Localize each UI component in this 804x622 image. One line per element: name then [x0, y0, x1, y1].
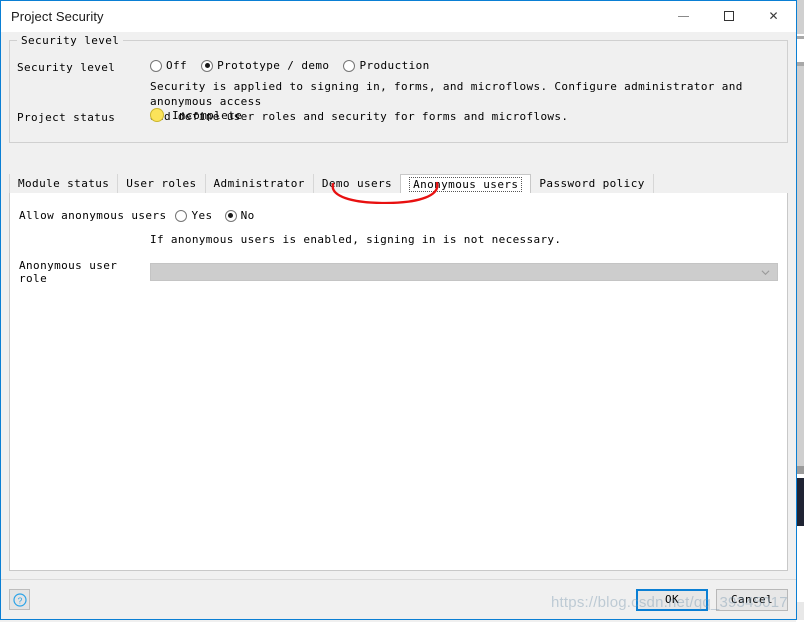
- close-button[interactable]: ✕: [751, 1, 796, 31]
- radio-label-production: Production: [359, 59, 430, 72]
- project-status-label: Project status: [17, 111, 116, 124]
- security-description-line-2: and define user roles and security for f…: [150, 110, 569, 123]
- anonymous-user-role-row: Anonymous user role: [19, 259, 778, 285]
- minimize-icon: [678, 15, 689, 17]
- security-level-group: Security level Security level Off Protot…: [9, 34, 788, 143]
- tab-label-module-status: Module status: [18, 177, 110, 190]
- allow-anonymous-users-row: Allow anonymous users Yes No: [19, 209, 255, 222]
- help-icon: ?: [12, 592, 27, 607]
- project-status-value: Incomplete: [172, 108, 243, 122]
- footer-button-group: OK Cancel: [636, 588, 788, 611]
- status-indicator-icon: [150, 108, 164, 122]
- project-status-value-row: Incomplete: [150, 108, 242, 122]
- radio-circle-production[interactable]: [343, 59, 356, 72]
- anonymous-users-hint: If anonymous users is enabled, signing i…: [150, 233, 562, 246]
- radio-option-off[interactable]: Off: [150, 59, 187, 72]
- tab-label-anonymous-users: Anonymous users: [409, 176, 523, 192]
- radio-label-no: No: [240, 209, 255, 222]
- background-scrollbar-thumb[interactable]: [797, 478, 804, 526]
- radio-label-prototype-demo: Prototype / demo: [217, 59, 330, 72]
- tab-module-status[interactable]: Module status: [9, 174, 119, 193]
- project-security-dialog: Project Security ✕ Security level Securi…: [0, 0, 797, 620]
- background-scrollbar-mid-segment: [797, 66, 804, 466]
- security-level-group-legend: Security level: [17, 34, 124, 47]
- tab-administrator[interactable]: Administrator: [204, 174, 314, 193]
- help-button[interactable]: ?: [9, 589, 30, 610]
- anonymous-users-panel: Allow anonymous users Yes No If anonymou…: [9, 193, 788, 571]
- tab-strip: Module status User roles Administrator D…: [9, 174, 788, 194]
- security-level-description: Security is applied to signing in, forms…: [150, 79, 779, 124]
- anonymous-user-role-label: Anonymous user role: [19, 259, 118, 285]
- background-scrollbar-marker-2: [797, 62, 804, 66]
- background-scrollbar-grip[interactable]: [797, 466, 804, 474]
- tab-anonymous-users[interactable]: Anonymous users: [400, 174, 532, 193]
- radio-label-yes: Yes: [191, 209, 213, 222]
- security-description-line-1: Security is applied to signing in, forms…: [150, 80, 743, 108]
- radio-circle-off[interactable]: [150, 59, 162, 72]
- background-scrollbar-marker-1: [797, 36, 804, 39]
- svg-text:?: ?: [17, 595, 22, 605]
- title-bar: Project Security ✕: [1, 1, 796, 32]
- ok-button[interactable]: OK: [636, 588, 708, 611]
- radio-circle-yes[interactable]: [175, 209, 188, 222]
- cancel-button[interactable]: Cancel: [716, 588, 788, 611]
- dialog-body: Security level Security level Off Protot…: [1, 32, 796, 579]
- radio-option-no[interactable]: No: [224, 209, 255, 222]
- window-controls: ✕: [661, 1, 796, 31]
- tab-label-administrator: Administrator: [213, 177, 305, 190]
- maximize-icon: [723, 11, 734, 21]
- background-scrollbar-top-segment: [797, 0, 804, 34]
- close-icon: ✕: [768, 9, 779, 23]
- allow-anonymous-users-label: Allow anonymous users: [19, 209, 167, 222]
- radio-option-yes[interactable]: Yes: [175, 209, 212, 222]
- window-title: Project Security: [11, 9, 104, 24]
- anonymous-user-role-select[interactable]: [150, 263, 778, 281]
- radio-option-prototype-demo[interactable]: Prototype / demo: [201, 59, 329, 72]
- background-scrollbar-track[interactable]: [796, 0, 804, 622]
- allow-anonymous-users-radio-group: Yes No: [175, 209, 254, 222]
- radio-circle-no[interactable]: [224, 209, 237, 222]
- chevron-down-icon: [761, 270, 770, 276]
- tab-user-roles[interactable]: User roles: [117, 174, 206, 193]
- radio-circle-prototype-demo[interactable]: [201, 59, 214, 72]
- security-level-label: Security level: [17, 61, 116, 74]
- tab-demo-users[interactable]: Demo users: [312, 174, 402, 193]
- dialog-footer: ? OK Cancel: [1, 579, 796, 619]
- maximize-button[interactable]: [706, 1, 751, 31]
- tab-password-policy[interactable]: Password policy: [530, 174, 654, 193]
- tab-label-user-roles: User roles: [126, 177, 197, 190]
- security-level-radio-group: Off Prototype / demo Production: [150, 59, 430, 72]
- radio-label-off: Off: [166, 59, 188, 72]
- tab-label-password-policy: Password policy: [539, 177, 645, 190]
- minimize-button[interactable]: [661, 1, 706, 31]
- radio-option-production[interactable]: Production: [343, 59, 429, 72]
- tab-label-demo-users: Demo users: [321, 177, 393, 190]
- background-bottom-strip: [796, 602, 804, 620]
